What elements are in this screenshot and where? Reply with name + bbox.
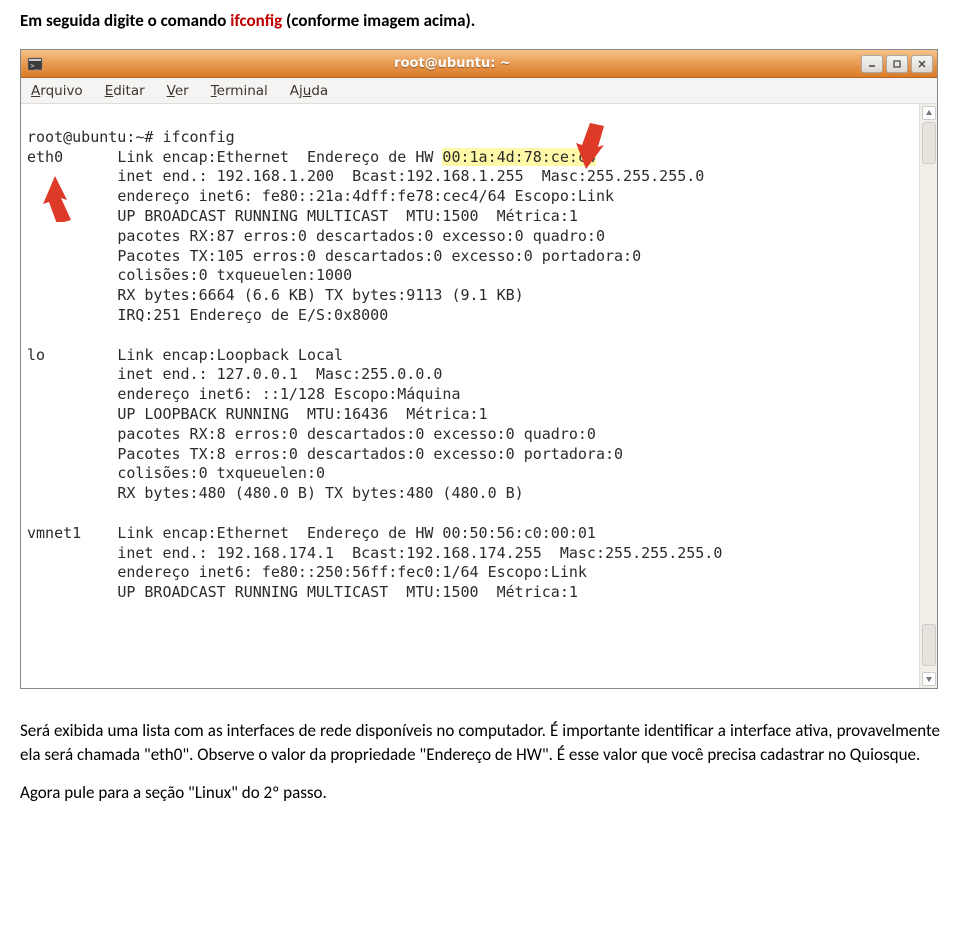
- scroll-track[interactable]: [922, 122, 936, 670]
- menu-editar[interactable]: Editar: [101, 81, 149, 101]
- arrow-annotation-left: [33, 136, 105, 261]
- menu-terminal[interactable]: Terminal: [207, 81, 272, 101]
- terminal-window: >_ root@ubuntu: ~ Arquivo Editar Ver Ter…: [20, 49, 938, 689]
- intro-prefix: Em seguida digite o comando: [20, 10, 230, 31]
- close-button[interactable]: [911, 55, 933, 73]
- intro-suffix: (conforme imagem acima).: [282, 10, 475, 31]
- intro-paragraph: Em seguida digite o comando ifconfig (co…: [20, 10, 940, 31]
- iface-vmnet1: vmnet1: [27, 524, 81, 542]
- terminal-body: root@ubuntu:~# ifconfig eth0 Link encap:…: [21, 104, 937, 688]
- ifconfig-command: ifconfig: [230, 10, 282, 31]
- arrow-annotation-top: [576, 83, 648, 208]
- outro-paragraph-2: Agora pule para a seção "Linux" do 2º pa…: [20, 781, 940, 805]
- terminal-output[interactable]: root@ubuntu:~# ifconfig eth0 Link encap:…: [21, 104, 919, 688]
- minimize-button[interactable]: [861, 55, 883, 73]
- menu-ajuda[interactable]: Ajuda: [286, 81, 332, 101]
- iface-lo: lo: [27, 346, 45, 364]
- scroll-down-button[interactable]: [922, 672, 936, 686]
- maximize-button[interactable]: [886, 55, 908, 73]
- scroll-thumb[interactable]: [922, 624, 936, 666]
- svg-text:>_: >_: [31, 62, 40, 70]
- menu-ver[interactable]: Ver: [163, 81, 193, 101]
- scroll-up-button[interactable]: [922, 106, 936, 120]
- outro-paragraph-1: Será exibida uma lista com as interfaces…: [20, 719, 940, 767]
- vertical-scrollbar[interactable]: [919, 104, 937, 688]
- window-titlebar: >_ root@ubuntu: ~: [21, 50, 937, 78]
- hw-address-highlight: 00:1a:4d:78:ce:c4: [442, 148, 596, 166]
- window-title: root@ubuntu: ~: [44, 56, 861, 71]
- menu-arquivo[interactable]: Arquivo: [27, 81, 87, 101]
- scroll-thumb[interactable]: [922, 122, 936, 164]
- window-controls: [861, 55, 933, 73]
- outro-section: Será exibida uma lista com as interfaces…: [20, 719, 940, 804]
- terminal-icon: >_: [26, 55, 44, 73]
- menubar: Arquivo Editar Ver Terminal Ajuda: [21, 78, 937, 104]
